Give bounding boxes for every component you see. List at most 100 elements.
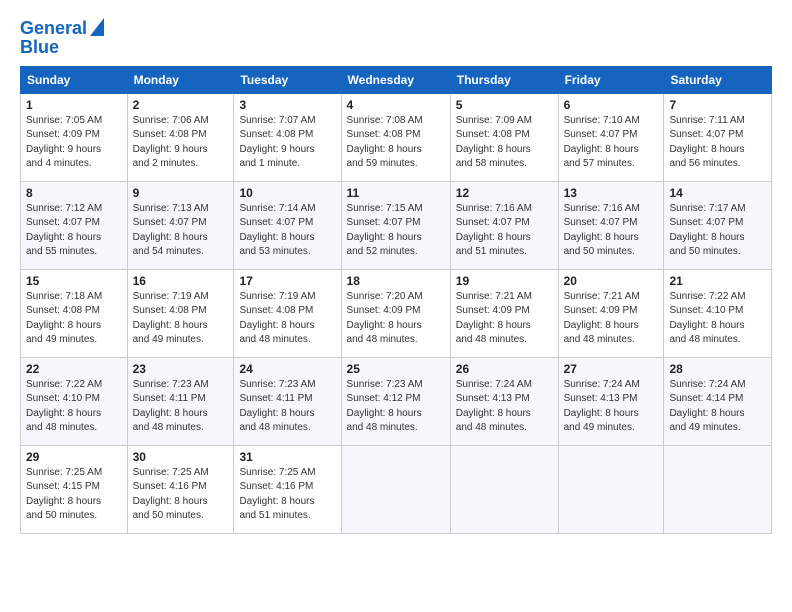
calendar-cell xyxy=(558,445,664,533)
day-header-friday: Friday xyxy=(558,66,664,93)
day-info: Sunrise: 7:20 AM Sunset: 4:09 PM Dayligh… xyxy=(347,290,445,348)
day-info: Sunrise: 7:13 AM Sunset: 4:07 PM Dayligh… xyxy=(133,202,229,260)
day-info: Sunrise: 7:14 AM Sunset: 4:07 PM Dayligh… xyxy=(239,202,335,260)
day-info: Sunrise: 7:17 AM Sunset: 4:07 PM Dayligh… xyxy=(669,202,766,260)
day-header-sunday: Sunday xyxy=(21,66,128,93)
calendar-cell: 1Sunrise: 7:05 AM Sunset: 4:09 PM Daylig… xyxy=(21,93,128,181)
day-header-thursday: Thursday xyxy=(450,66,558,93)
day-info: Sunrise: 7:23 AM Sunset: 4:11 PM Dayligh… xyxy=(133,378,229,436)
calendar-cell: 22Sunrise: 7:22 AM Sunset: 4:10 PM Dayli… xyxy=(21,357,128,445)
calendar-cell: 2 Sunrise: 7:06 AM Sunset: 4:08 PM Daylig… xyxy=(127,93,234,181)
day-header-saturday: Saturday xyxy=(664,66,772,93)
calendar-cell: 5Sunrise: 7:09 AM Sunset: 4:08 PM Daylig… xyxy=(450,93,558,181)
day-number: 22 xyxy=(26,362,122,376)
calendar-table: SundayMondayTuesdayWednesdayThursdayFrid… xyxy=(20,66,772,534)
calendar-cell: 25 Sunrise: 7:23 AM Sunset: 4:12 PM Dayli… xyxy=(341,357,450,445)
day-number: 10 xyxy=(239,186,335,200)
day-number: 18 xyxy=(347,274,445,288)
calendar-cell: 13 Sunrise: 7:16 AM Sunset: 4:07 PM Dayli… xyxy=(558,181,664,269)
day-number: 27 xyxy=(564,362,659,376)
day-info: Sunrise: 7:25 AM Sunset: 4:15 PM Dayligh… xyxy=(26,466,122,524)
day-info: Sunrise: 7:12 AM Sunset: 4:07 PM Dayligh… xyxy=(26,202,122,260)
day-header-monday: Monday xyxy=(127,66,234,93)
calendar-week-row: 8 Sunrise: 7:12 AM Sunset: 4:07 PM Daylig… xyxy=(21,181,772,269)
calendar-cell: 6 Sunrise: 7:10 AM Sunset: 4:07 PM Daylig… xyxy=(558,93,664,181)
day-number: 20 xyxy=(564,274,659,288)
calendar-cell: 4Sunrise: 7:08 AM Sunset: 4:08 PM Daylig… xyxy=(341,93,450,181)
calendar-cell: 12Sunrise: 7:16 AM Sunset: 4:07 PM Dayli… xyxy=(450,181,558,269)
calendar-week-row: 1Sunrise: 7:05 AM Sunset: 4:09 PM Daylig… xyxy=(21,93,772,181)
day-info: Sunrise: 7:16 AM Sunset: 4:07 PM Dayligh… xyxy=(564,202,659,260)
calendar-cell: 29 Sunrise: 7:25 AM Sunset: 4:15 PM Dayli… xyxy=(21,445,128,533)
day-info: Sunrise: 7:23 AM Sunset: 4:11 PM Dayligh… xyxy=(239,378,335,436)
day-number: 17 xyxy=(239,274,335,288)
day-info: Sunrise: 7:06 AM Sunset: 4:08 PM Dayligh… xyxy=(133,114,229,172)
day-number: 6 xyxy=(564,98,659,112)
calendar-cell: 31 Sunrise: 7:25 AM Sunset: 4:16 PM Dayli… xyxy=(234,445,341,533)
day-info: Sunrise: 7:25 AM Sunset: 4:16 PM Dayligh… xyxy=(133,466,229,524)
calendar-cell: 28 Sunrise: 7:24 AM Sunset: 4:14 PM Dayli… xyxy=(664,357,772,445)
day-info: Sunrise: 7:25 AM Sunset: 4:16 PM Dayligh… xyxy=(239,466,335,524)
day-number: 8 xyxy=(26,186,122,200)
calendar-cell xyxy=(450,445,558,533)
day-info: Sunrise: 7:21 AM Sunset: 4:09 PM Dayligh… xyxy=(564,290,659,348)
day-number: 25 xyxy=(347,362,445,376)
day-number: 13 xyxy=(564,186,659,200)
day-number: 26 xyxy=(456,362,553,376)
calendar-header-row: SundayMondayTuesdayWednesdayThursdayFrid… xyxy=(21,66,772,93)
day-info: Sunrise: 7:24 AM Sunset: 4:14 PM Dayligh… xyxy=(669,378,766,436)
calendar-cell: 14 Sunrise: 7:17 AM Sunset: 4:07 PM Dayli… xyxy=(664,181,772,269)
day-info: Sunrise: 7:22 AM Sunset: 4:10 PM Dayligh… xyxy=(669,290,766,348)
day-info: Sunrise: 7:23 AM Sunset: 4:12 PM Dayligh… xyxy=(347,378,445,436)
day-number: 5 xyxy=(456,98,553,112)
calendar-week-row: 15 Sunrise: 7:18 AM Sunset: 4:08 PM Dayli… xyxy=(21,269,772,357)
calendar-cell: 17 Sunrise: 7:19 AM Sunset: 4:08 PM Dayli… xyxy=(234,269,341,357)
logo-triangle-icon xyxy=(90,18,104,40)
day-number: 4 xyxy=(347,98,445,112)
calendar-cell: 15 Sunrise: 7:18 AM Sunset: 4:08 PM Dayli… xyxy=(21,269,128,357)
calendar-cell: 19Sunrise: 7:21 AM Sunset: 4:09 PM Dayli… xyxy=(450,269,558,357)
day-info: Sunrise: 7:18 AM Sunset: 4:08 PM Dayligh… xyxy=(26,290,122,348)
day-info: Sunrise: 7:19 AM Sunset: 4:08 PM Dayligh… xyxy=(133,290,229,348)
day-number: 31 xyxy=(239,450,335,464)
calendar-cell: 27 Sunrise: 7:24 AM Sunset: 4:13 PM Dayli… xyxy=(558,357,664,445)
day-info: Sunrise: 7:24 AM Sunset: 4:13 PM Dayligh… xyxy=(564,378,659,436)
logo-text: General xyxy=(20,19,87,39)
calendar-cell: 18 Sunrise: 7:20 AM Sunset: 4:09 PM Dayli… xyxy=(341,269,450,357)
logo: General Blue xyxy=(20,18,104,58)
calendar-cell: 11Sunrise: 7:15 AM Sunset: 4:07 PM Dayli… xyxy=(341,181,450,269)
calendar-cell: 16 Sunrise: 7:19 AM Sunset: 4:08 PM Dayli… xyxy=(127,269,234,357)
calendar-cell: 26 Sunrise: 7:24 AM Sunset: 4:13 PM Dayli… xyxy=(450,357,558,445)
calendar-cell: 3Sunrise: 7:07 AM Sunset: 4:08 PM Daylig… xyxy=(234,93,341,181)
day-number: 15 xyxy=(26,274,122,288)
day-number: 2 xyxy=(133,98,229,112)
day-number: 21 xyxy=(669,274,766,288)
calendar-week-row: 29 Sunrise: 7:25 AM Sunset: 4:15 PM Dayli… xyxy=(21,445,772,533)
day-info: Sunrise: 7:10 AM Sunset: 4:07 PM Dayligh… xyxy=(564,114,659,172)
calendar-week-row: 22Sunrise: 7:22 AM Sunset: 4:10 PM Dayli… xyxy=(21,357,772,445)
day-info: Sunrise: 7:11 AM Sunset: 4:07 PM Dayligh… xyxy=(669,114,766,172)
calendar-cell: 20 Sunrise: 7:21 AM Sunset: 4:09 PM Dayli… xyxy=(558,269,664,357)
calendar-cell xyxy=(341,445,450,533)
day-info: Sunrise: 7:21 AM Sunset: 4:09 PM Dayligh… xyxy=(456,290,553,348)
day-number: 9 xyxy=(133,186,229,200)
day-number: 28 xyxy=(669,362,766,376)
day-number: 12 xyxy=(456,186,553,200)
day-number: 30 xyxy=(133,450,229,464)
calendar-cell: 10 Sunrise: 7:14 AM Sunset: 4:07 PM Dayli… xyxy=(234,181,341,269)
calendar-cell: 8 Sunrise: 7:12 AM Sunset: 4:07 PM Daylig… xyxy=(21,181,128,269)
day-number: 3 xyxy=(239,98,335,112)
day-number: 16 xyxy=(133,274,229,288)
header: General Blue xyxy=(20,18,772,58)
day-number: 11 xyxy=(347,186,445,200)
day-number: 14 xyxy=(669,186,766,200)
calendar-cell: 30 Sunrise: 7:25 AM Sunset: 4:16 PM Dayli… xyxy=(127,445,234,533)
day-number: 23 xyxy=(133,362,229,376)
calendar-cell: 23 Sunrise: 7:23 AM Sunset: 4:11 PM Dayli… xyxy=(127,357,234,445)
day-info: Sunrise: 7:19 AM Sunset: 4:08 PM Dayligh… xyxy=(239,290,335,348)
day-number: 29 xyxy=(26,450,122,464)
day-number: 1 xyxy=(26,98,122,112)
day-header-wednesday: Wednesday xyxy=(341,66,450,93)
calendar-cell: 24Sunrise: 7:23 AM Sunset: 4:11 PM Dayli… xyxy=(234,357,341,445)
day-info: Sunrise: 7:24 AM Sunset: 4:13 PM Dayligh… xyxy=(456,378,553,436)
